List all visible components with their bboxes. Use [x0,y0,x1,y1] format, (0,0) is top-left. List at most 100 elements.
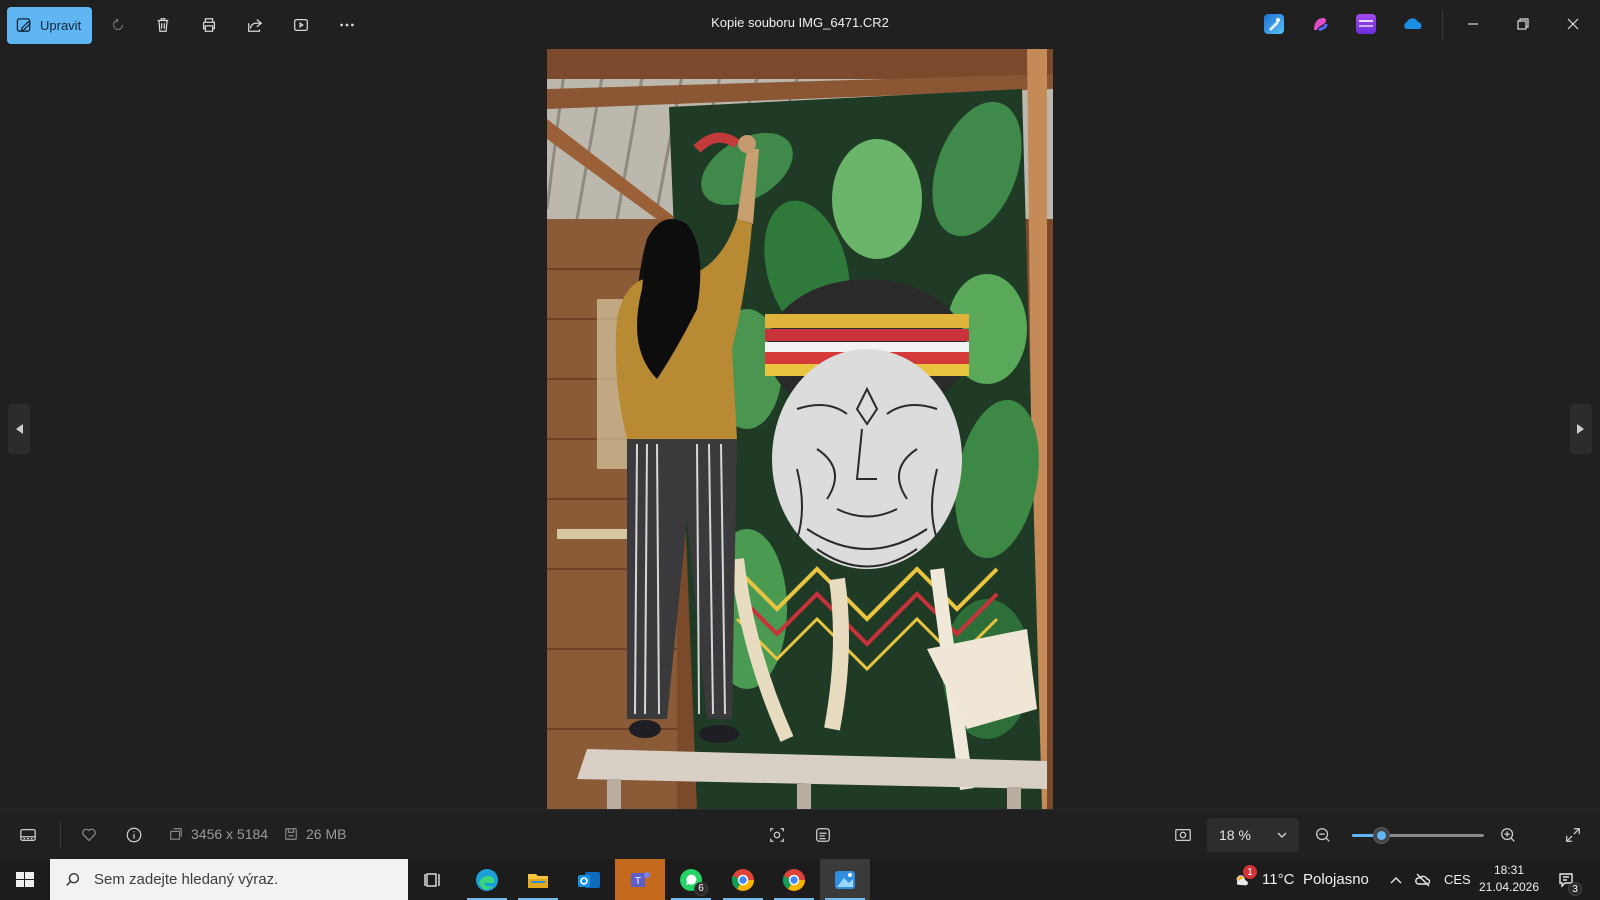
chevron-right-icon [1577,424,1584,434]
teams-icon: T [631,871,650,887]
zoom-level-value: 18 % [1219,827,1251,843]
zoom-level-dropdown[interactable]: 18 % [1207,818,1299,852]
clock-time: 18:31 [1493,863,1525,877]
rotate-button[interactable] [105,12,131,38]
minimize-icon [1468,23,1478,25]
cloud-offline-icon [1415,873,1431,887]
task-view-icon [424,872,440,887]
whatsapp-unread-badge: 6 [694,881,708,896]
system-clock[interactable]: 18:31 21.04.2026 [1474,862,1544,896]
edit-button-label: Upravit [40,18,82,33]
weather-temperature: 11°C [1262,871,1295,888]
scan-text-button[interactable] [812,824,834,846]
taskbar-file-explorer[interactable] [513,859,563,900]
status-bar: 3456 x 5184 26 MB 18 % [0,809,1600,859]
taskbar-outlook[interactable] [564,859,614,900]
print-button[interactable] [196,12,222,38]
zoom-in-button[interactable] [1497,824,1519,846]
share-button[interactable] [242,12,268,38]
close-button[interactable] [1559,10,1587,38]
expand-icon [1566,828,1580,842]
more-options-button[interactable] [334,12,360,38]
image-viewer [0,49,1600,809]
search-placeholder: Sem zadejte hledaný výraz. [94,871,279,888]
image-dimensions-value: 3456 x 5184 [191,826,269,842]
displayed-photo[interactable] [547,49,1053,809]
taskbar-search-box[interactable]: Sem zadejte hledaný výraz. [50,859,408,900]
image-dimensions: 3456 x 5184 [169,826,268,842]
taskbar-whatsapp[interactable]: 6 [666,859,716,900]
taskbar-teams[interactable]: T [615,859,665,900]
fit-to-window-icon [1175,828,1191,842]
task-view-button[interactable] [408,859,458,900]
command-bar: Upravit Kopie souboru IMG_6471.CR2 [0,0,1600,49]
windows-taskbar: Sem zadejte hledaný výraz. T 6 1 11°C Po… [0,859,1600,900]
zoom-out-button[interactable] [1312,824,1334,846]
more-icon [340,23,354,27]
fit-to-window-button[interactable] [1172,824,1194,846]
taskbar-edge[interactable] [462,859,512,900]
input-language[interactable]: CES [1444,872,1471,887]
share-icon [248,19,263,32]
filmstrip-toggle-button[interactable] [17,824,39,846]
slideshow-button[interactable] [288,12,314,38]
close-icon [1567,18,1579,30]
file-size-value: 26 MB [306,826,347,842]
copilot-icon[interactable] [1310,14,1330,34]
visual-search-button[interactable] [766,824,788,846]
taskbar-photos[interactable] [820,859,870,900]
chrome-icon [731,868,754,891]
filmstrip-icon [20,828,36,842]
delete-button[interactable] [150,12,176,38]
zoom-slider-thumb[interactable] [1373,827,1390,844]
file-info-button[interactable] [123,824,145,846]
edge-icon [476,868,498,891]
windows-logo-icon [16,872,34,887]
zoom-in-icon [1501,828,1515,842]
start-button[interactable] [10,869,40,891]
toolbar-divider [1442,10,1443,40]
weather-condition: Polojasno [1303,871,1369,888]
edit-button[interactable]: Upravit [7,7,92,44]
svg-text:T: T [635,876,641,887]
chevron-up-icon [1390,877,1402,884]
previous-image-button[interactable] [8,404,30,454]
clipchamp-icon[interactable] [1356,14,1376,34]
save-disk-icon [285,828,297,840]
taskbar-chrome-2[interactable] [769,859,819,900]
edit-image-icon [16,18,32,32]
outlook-icon [578,871,600,888]
chevron-down-icon [1277,832,1287,838]
file-size: 26 MB [284,826,346,842]
notification-center-button[interactable]: 3 [1556,870,1582,896]
taskbar-chrome-1[interactable] [718,859,768,900]
full-screen-button[interactable] [1562,824,1584,846]
whatsapp-icon: 6 [678,867,708,896]
status-divider [60,822,61,848]
zoom-slider[interactable] [1352,827,1484,844]
show-hidden-icons-button[interactable] [1386,870,1406,890]
rotate-icon [112,18,124,31]
folder-icon [528,873,548,888]
weather-alert-badge: 1 [1243,865,1257,879]
restore-icon [1517,18,1529,30]
chevron-left-icon [16,424,23,434]
zoom-out-icon [1316,828,1330,842]
info-icon [126,827,142,843]
network-status-button[interactable] [1413,870,1433,890]
scan-text-icon [816,828,830,842]
search-icon [66,872,80,886]
notification-count-badge: 3 [1568,882,1582,896]
favorite-button[interactable] [78,824,100,846]
heart-icon [82,828,96,842]
delete-icon [157,18,169,32]
photos-icon [835,870,855,889]
clock-date: 21.04.2026 [1478,880,1540,894]
minimize-button[interactable] [1459,10,1487,38]
clipchamp-editor-icon[interactable] [1264,14,1284,34]
slideshow-icon [294,18,308,32]
weather-icon[interactable]: 1 [1229,865,1257,893]
restore-button[interactable] [1509,10,1537,38]
next-image-button[interactable] [1570,404,1592,454]
onedrive-icon[interactable] [1402,14,1422,34]
